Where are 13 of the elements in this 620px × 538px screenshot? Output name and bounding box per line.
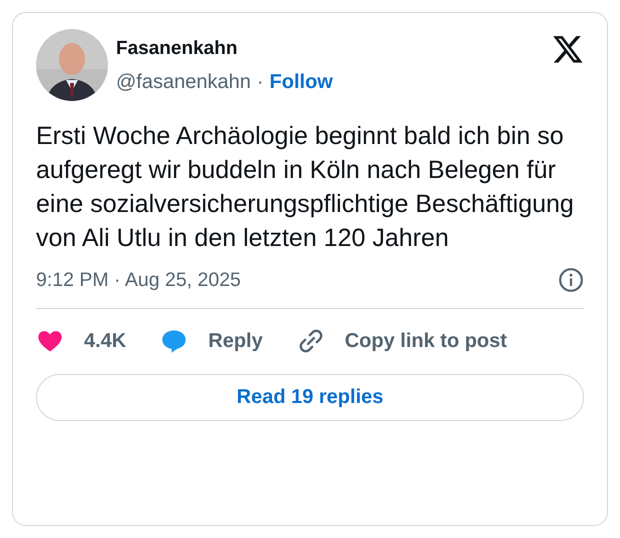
post-text: Ersti Woche Archäologie beginnt bald ich bin so aufgeregt wir buddeln in Köln nach Belegen für eine sozialversicherungspflichtige Beschäftigung von Ali Utlu in den letzten 120 Jahren: [36, 121, 575, 254]
action-label[interactable]: 4.4K: [84, 330, 126, 352]
info-icon[interactable]: [558, 267, 584, 293]
link-icon[interactable]: [296, 327, 325, 355]
separator-dot: ·: [256, 70, 264, 94]
author-name[interactable]: Fasanenkahn: [116, 37, 333, 61]
x-logo-icon[interactable]: [552, 33, 584, 65]
action-label[interactable]: Reply: [208, 330, 263, 352]
author-handle[interactable]: @fasanenkahn: [116, 70, 251, 94]
timestamp[interactable]: 9:12 PM · Aug 25, 2025: [36, 268, 241, 292]
read-replies-button[interactable]: Read 19 replies: [36, 374, 584, 421]
follow-link[interactable]: Follow: [270, 70, 333, 94]
action-label[interactable]: Copy link to post: [344, 330, 507, 352]
